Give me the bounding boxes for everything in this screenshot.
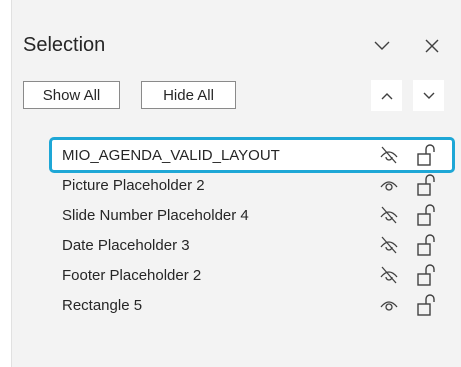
chevron-up-icon (381, 92, 392, 99)
list-item[interactable]: Rectangle 5 (52, 290, 452, 320)
chevron-down-icon[interactable] (370, 34, 394, 58)
unlocked-padlock-icon[interactable] (415, 263, 437, 287)
list-item[interactable]: Date Placeholder 3 (52, 230, 452, 260)
send-backward-button[interactable] (413, 80, 444, 111)
list-item[interactable]: Slide Number Placeholder 4 (52, 200, 452, 230)
list-item-label: Footer Placeholder 2 (62, 266, 202, 284)
list-item-label: Picture Placeholder 2 (62, 176, 205, 194)
list-item[interactable]: Picture Placeholder 2 (52, 170, 452, 200)
list-item[interactable]: Footer Placeholder 2 (52, 260, 452, 290)
hidden-eye-icon[interactable] (378, 204, 400, 226)
list-item[interactable]: MIO_AGENDA_VALID_LAYOUT (49, 137, 455, 173)
list-item-label: Slide Number Placeholder 4 (62, 206, 249, 224)
hidden-eye-icon[interactable] (378, 234, 400, 256)
unlocked-padlock-icon[interactable] (415, 233, 437, 257)
close-icon[interactable] (420, 34, 444, 58)
pane-title: Selection (23, 34, 106, 56)
eye-icon[interactable] (378, 174, 400, 196)
unlocked-padlock-icon[interactable] (415, 293, 437, 317)
list-item-label: Rectangle 5 (62, 296, 143, 314)
list-item-label: MIO_AGENDA_VALID_LAYOUT (62, 146, 280, 164)
show-all-button[interactable]: Show All (23, 81, 120, 109)
chevron-down-icon (423, 92, 434, 99)
hide-all-button[interactable]: Hide All (141, 81, 236, 109)
bring-forward-button[interactable] (371, 80, 402, 111)
unlocked-padlock-icon[interactable] (415, 143, 437, 167)
unlocked-padlock-icon[interactable] (415, 173, 437, 197)
list-item-label: Date Placeholder 3 (62, 236, 190, 254)
unlocked-padlock-icon[interactable] (415, 203, 437, 227)
hidden-eye-icon[interactable] (378, 144, 400, 166)
hidden-eye-icon[interactable] (378, 264, 400, 286)
object-list: MIO_AGENDA_VALID_LAYOUT Picture Placehold… (49, 137, 455, 320)
eye-icon[interactable] (378, 294, 400, 316)
